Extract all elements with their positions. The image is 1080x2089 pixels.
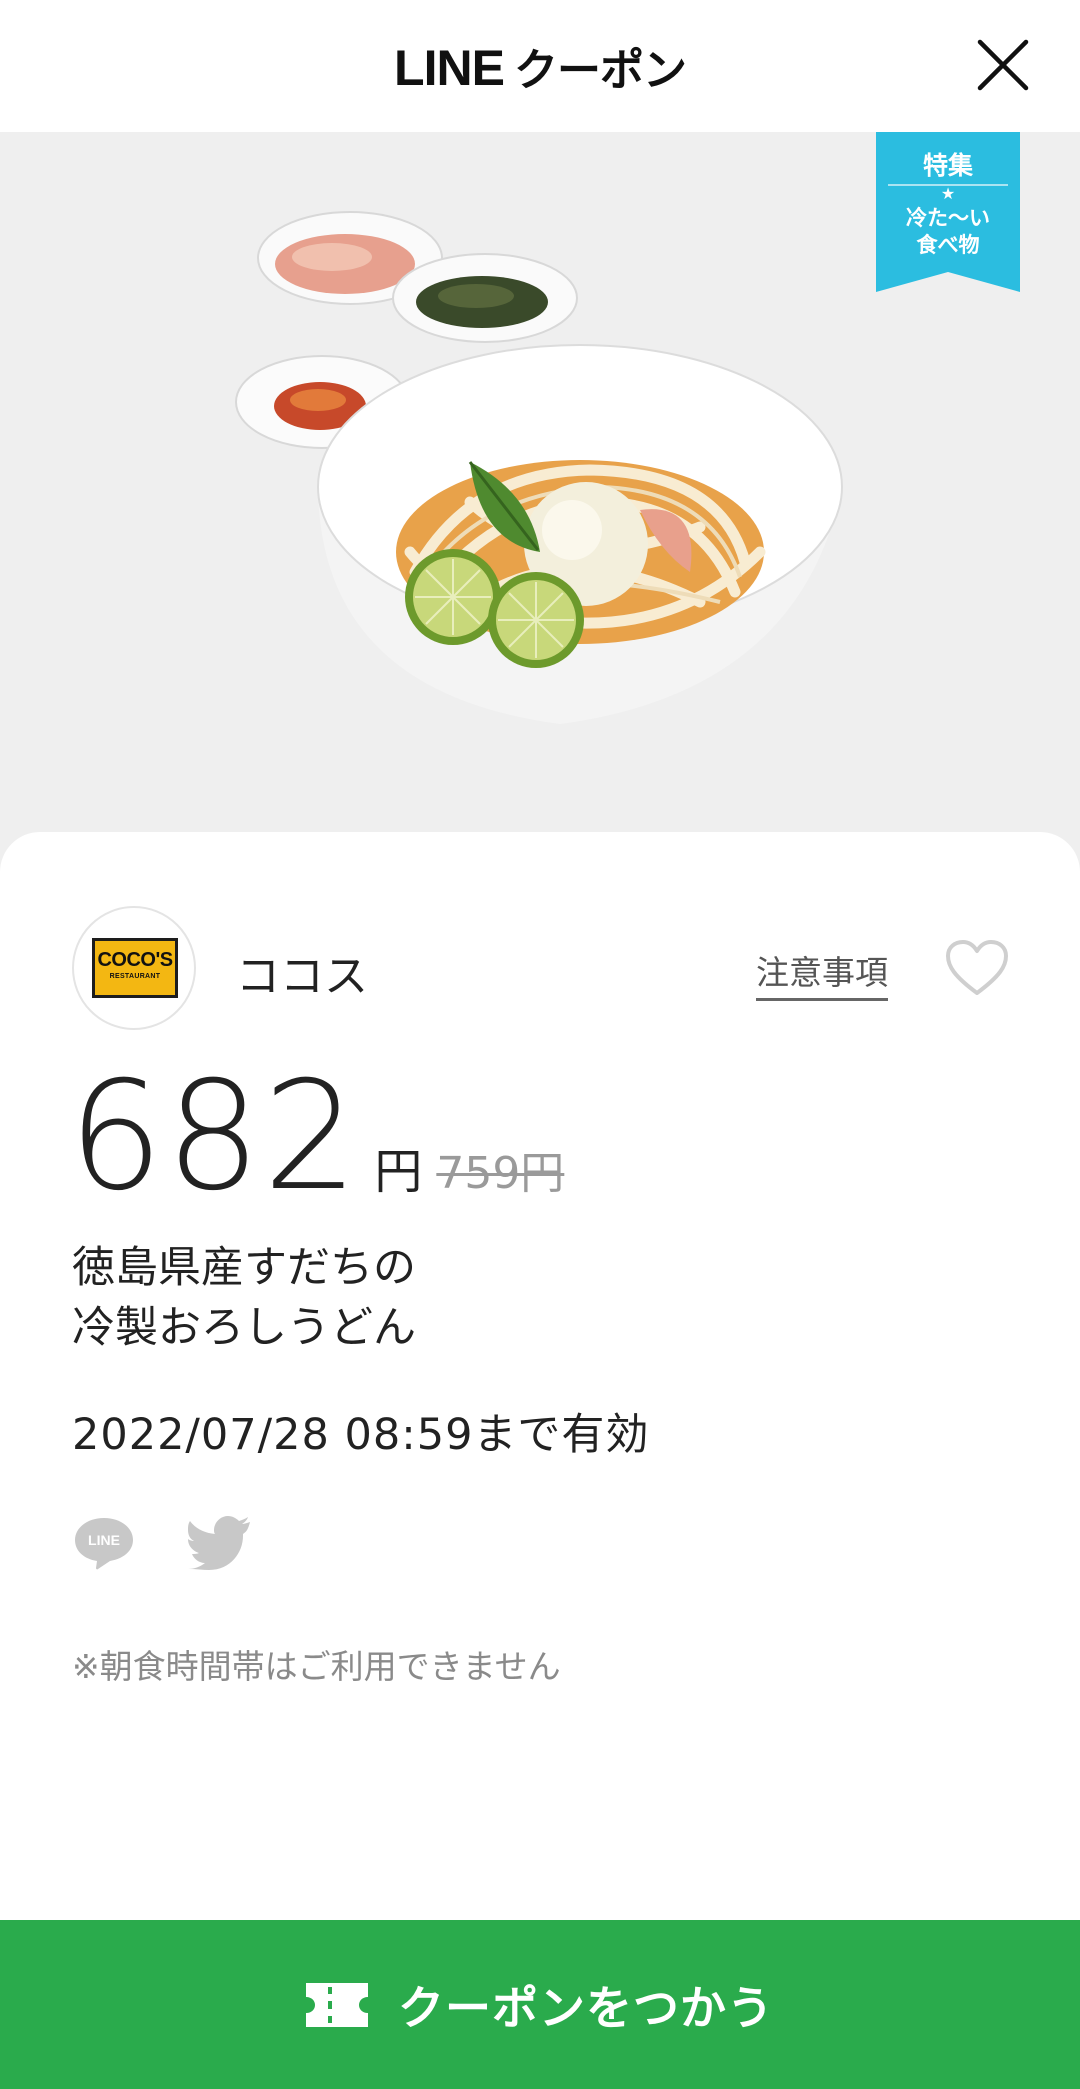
ribbon-title: 特集 (922, 151, 973, 180)
heart-outline-icon[interactable] (944, 938, 1010, 998)
store-logo: COCO'S RESTAURANT (72, 906, 196, 1030)
usage-notice: ※朝食時間帯はご利用できません (72, 1647, 561, 1686)
app-title: LINE クーポン (394, 34, 687, 98)
coupon-price: 682 (68, 1050, 361, 1224)
ribbon-subtitle: 冷た〜い 食べ物 (906, 206, 990, 257)
notes-link[interactable]: 注意事項 (756, 946, 888, 1001)
feature-ribbon: 特集 ★ 冷た〜い 食べ物 (876, 132, 1020, 292)
use-coupon-button[interactable]: クーポンをつかう (0, 1920, 1080, 2089)
line-share-icon[interactable]: LINE (72, 1514, 136, 1570)
star-icon: ★ (940, 184, 956, 203)
use-coupon-label: クーポンをつかう (398, 1980, 774, 2035)
ribbon-text: 特集 ★ 冷た〜い 食べ物 (876, 146, 1020, 259)
brand-japanese: クーポン (513, 45, 687, 96)
twitter-bird-icon[interactable] (188, 1514, 254, 1570)
app-header: LINE クーポン (0, 0, 1080, 132)
close-icon[interactable] (974, 36, 1032, 94)
price-unit: 円 (374, 1144, 423, 1200)
logo-main-text: COCO'S (97, 949, 173, 971)
expiry-date: 2022/07/28 08:59まで有効 (72, 1410, 650, 1460)
store-name: ココス (236, 951, 368, 1002)
price-row: 682 円 759円 (68, 1062, 564, 1212)
line-share-text: LINE (88, 1532, 120, 1548)
cocos-logo-plate: COCO'S RESTAURANT (92, 938, 178, 998)
original-price: 759円 (436, 1148, 565, 1199)
brand-latin: LINE (394, 40, 505, 96)
logo-sub-text: RESTAURANT (109, 973, 161, 980)
product-name: 徳島県産すだちの 冷製おろしうどん (72, 1243, 416, 1353)
ticket-icon (306, 1982, 368, 2027)
